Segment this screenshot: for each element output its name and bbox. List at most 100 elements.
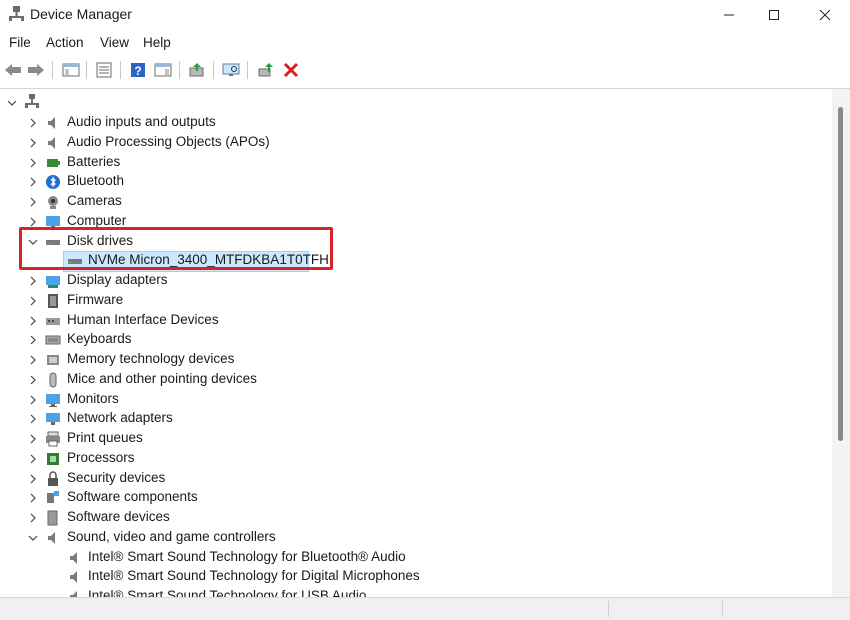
chevron-right-icon[interactable] — [27, 433, 39, 445]
bluetooth-icon — [46, 175, 60, 190]
category-memory-technology-devices[interactable]: Memory technology devices — [67, 351, 234, 366]
scan-hardware-button[interactable] — [220, 59, 242, 81]
chevron-right-icon[interactable] — [27, 157, 39, 169]
category-software-components[interactable]: Software components — [67, 489, 198, 504]
category-network-adapters[interactable]: Network adapters — [67, 410, 173, 425]
chevron-down-icon[interactable] — [6, 97, 18, 109]
category-monitors[interactable]: Monitors — [67, 391, 119, 406]
uninstall-x-icon — [283, 62, 299, 78]
chevron-right-icon[interactable] — [27, 315, 39, 327]
menu-action[interactable]: Action — [46, 35, 84, 50]
category-keyboards[interactable]: Keyboards — [67, 331, 132, 346]
chevron-right-icon[interactable] — [27, 117, 39, 129]
category-audio-processing-objects-apos[interactable]: Audio Processing Objects (APOs) — [67, 134, 270, 149]
help-button[interactable]: ? — [127, 59, 149, 81]
network-icon — [46, 413, 60, 426]
chevron-right-icon[interactable] — [27, 512, 39, 524]
forward-button[interactable] — [25, 59, 47, 81]
chevron-right-icon[interactable] — [27, 216, 39, 228]
security-icon — [48, 470, 58, 486]
help-icon: ? — [131, 63, 145, 78]
chevron-right-icon[interactable] — [27, 176, 39, 188]
category-mice-and-other-pointing-devices[interactable]: Mice and other pointing devices — [67, 371, 257, 386]
category-cameras[interactable]: Cameras — [67, 193, 122, 208]
chevron-right-icon[interactable] — [27, 295, 39, 307]
speaker-icon — [48, 531, 55, 544]
menu-file[interactable]: File — [9, 35, 31, 50]
update-driver-button[interactable] — [186, 59, 208, 81]
enable-device-icon — [258, 63, 273, 77]
chevron-right-icon[interactable] — [27, 453, 39, 465]
chevron-right-icon[interactable] — [27, 334, 39, 346]
chevron-right-icon[interactable] — [27, 196, 39, 208]
battery-icon — [47, 158, 60, 167]
maximize-icon — [769, 10, 779, 20]
device-manager-icon — [9, 6, 24, 21]
close-button[interactable] — [802, 0, 848, 30]
category-batteries[interactable]: Batteries — [67, 154, 120, 169]
category-display-adapters[interactable]: Display adapters — [67, 272, 168, 287]
back-button[interactable] — [2, 59, 24, 81]
chevron-right-icon[interactable] — [27, 413, 39, 425]
forward-arrow-icon — [28, 64, 44, 76]
speaker-icon — [70, 551, 77, 564]
minimize-button[interactable] — [706, 0, 752, 30]
device-intel-sst-0[interactable]: Intel® Smart Sound Technology for Blueto… — [88, 549, 406, 564]
software-component-icon — [47, 491, 59, 504]
window-title: Device Manager — [30, 6, 132, 22]
vertical-scrollbar[interactable] — [832, 88, 850, 597]
hid-icon — [46, 317, 60, 325]
category-sound-video-and-game-controllers[interactable]: Sound, video and game controllers — [67, 529, 276, 544]
category-human-interface-devices[interactable]: Human Interface Devices — [67, 312, 219, 327]
chevron-right-icon[interactable] — [27, 275, 39, 287]
properties-button[interactable] — [93, 59, 115, 81]
mouse-icon — [49, 372, 57, 388]
uninstall-device-button[interactable] — [280, 59, 302, 81]
speaker-icon — [70, 591, 77, 597]
enable-device-button[interactable] — [255, 59, 277, 81]
properties-icon — [96, 62, 112, 78]
toolbar: ? — [0, 57, 850, 83]
status-bar — [0, 597, 850, 620]
category-audio-inputs-and-outputs[interactable]: Audio inputs and outputs — [67, 114, 216, 129]
category-firmware[interactable]: Firmware — [67, 292, 123, 307]
category-processors[interactable]: Processors — [67, 450, 135, 465]
action-pane-icon — [154, 63, 172, 77]
chevron-right-icon[interactable] — [27, 354, 39, 366]
chevron-right-icon[interactable] — [27, 473, 39, 485]
chevron-right-icon[interactable] — [27, 492, 39, 504]
chevron-down-icon[interactable] — [27, 532, 39, 544]
svg-text:?: ? — [134, 64, 141, 78]
console-tree-icon — [62, 63, 80, 77]
update-driver-icon — [189, 63, 204, 77]
speaker-icon — [48, 136, 55, 149]
speaker-icon — [70, 571, 77, 584]
close-icon — [819, 9, 831, 21]
device-intel-sst-1[interactable]: Intel® Smart Sound Technology for Digita… — [88, 568, 420, 583]
menu-bar: File Action View Help — [0, 32, 850, 54]
firmware-icon — [48, 293, 58, 308]
category-software-devices[interactable]: Software devices — [67, 509, 170, 524]
scrollbar-thumb[interactable] — [838, 107, 843, 441]
monitor-icon — [46, 393, 60, 407]
category-security-devices[interactable]: Security devices — [67, 470, 165, 485]
maximize-button[interactable] — [751, 0, 797, 30]
chevron-right-icon[interactable] — [27, 394, 39, 406]
category-print-queues[interactable]: Print queues — [67, 430, 143, 445]
printer-icon — [46, 431, 60, 447]
highlight-annotation — [19, 227, 333, 270]
menu-view[interactable]: View — [100, 35, 129, 50]
category-computer[interactable]: Computer — [67, 213, 126, 228]
action-pane-button[interactable] — [152, 59, 174, 81]
minimize-icon — [724, 14, 734, 16]
show-hide-console-tree-button[interactable] — [60, 59, 82, 81]
speaker-icon — [48, 117, 55, 129]
chevron-right-icon[interactable] — [27, 374, 39, 386]
software-device-icon — [47, 510, 58, 526]
chevron-right-icon[interactable] — [27, 137, 39, 149]
category-bluetooth[interactable]: Bluetooth — [67, 173, 124, 188]
computer-root-icon[interactable] — [24, 93, 40, 109]
menu-help[interactable]: Help — [143, 35, 171, 50]
display-adapter-icon — [46, 276, 60, 288]
device-intel-sst-2[interactable]: Intel® Smart Sound Technology for USB Au… — [88, 588, 366, 597]
